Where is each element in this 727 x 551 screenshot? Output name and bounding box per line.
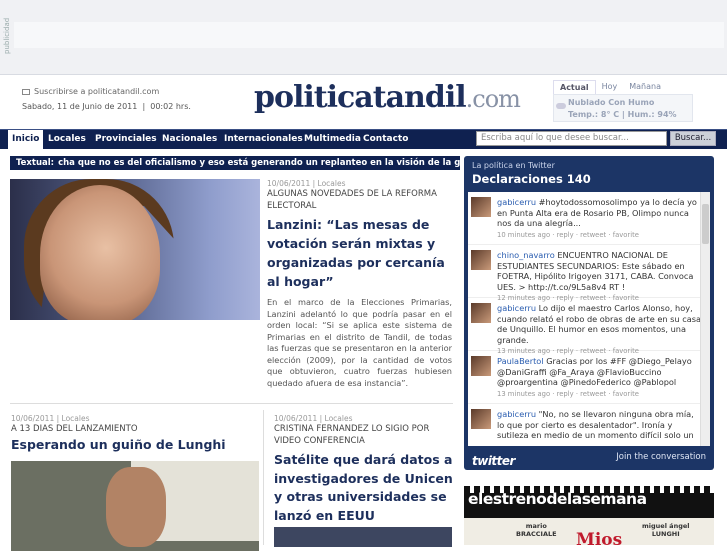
twitter-subtitle: La política en Twitter xyxy=(472,161,555,170)
weather-tab-hoy[interactable]: Hoy xyxy=(596,80,624,94)
tweet-scrollbar[interactable] xyxy=(700,192,710,446)
tweet-item: PaulaBertol Gracias por los #FF @Diego_P… xyxy=(468,351,710,404)
nav-contacto[interactable]: Contacto xyxy=(363,130,408,150)
story-headline[interactable]: Esperando un guiño de Lunghi xyxy=(11,437,259,453)
weather-tab-actual[interactable]: Actual xyxy=(553,80,596,94)
avatar[interactable] xyxy=(471,409,491,429)
tweet-user[interactable]: gabicerru xyxy=(497,197,536,207)
ad-slot[interactable] xyxy=(14,22,724,48)
movie-title: Mios xyxy=(576,530,623,545)
twitter-widget: La política en Twitter Declaraciones 140… xyxy=(464,156,714,470)
twitter-title: Declaraciones 140 xyxy=(472,172,591,186)
ticker-label: Textual: xyxy=(16,158,55,168)
ad-banner[interactable]: publicidad xyxy=(0,0,727,75)
estreno-banner[interactable]: elestrenodelasemana mario BRACCIALE migu… xyxy=(464,486,714,545)
nav-provinciales[interactable]: Provinciales xyxy=(95,130,157,150)
tweet-user[interactable]: PaulaBertol xyxy=(497,356,544,366)
nav-nacionales[interactable]: Nacionales xyxy=(162,130,217,150)
story-meta: 10/06/2011 | Locales xyxy=(274,414,353,423)
nav-multimedia[interactable]: Multimedia xyxy=(304,130,361,150)
lead-meta: 10/06/2011 | Locales xyxy=(267,179,346,188)
cloud-icon xyxy=(556,103,566,109)
twitter-logo-icon[interactable]: twitter xyxy=(472,454,515,468)
estreno-title: elestrenodelasemana xyxy=(468,490,647,508)
subscribe-label: Suscribirse a politicatandil.com xyxy=(34,87,160,96)
avatar[interactable] xyxy=(471,197,491,217)
avatar[interactable] xyxy=(471,250,491,270)
quote-ticker[interactable]: Textual: cha que no es del oficialismo y … xyxy=(10,156,460,170)
tweet-meta[interactable]: 13 minutes ago · reply · retweet · favor… xyxy=(497,389,703,400)
lead-headline[interactable]: Lanzini: “Las mesas de votación serán mi… xyxy=(267,215,452,291)
weather-widget: Actual Hoy Mañana Nublado Con Humo Temp.… xyxy=(553,80,693,124)
story-meta: 10/06/2011 | Locales xyxy=(11,414,90,423)
nav-inicio[interactable]: Inicio xyxy=(8,130,44,150)
site-logo[interactable]: politicatandil.com xyxy=(254,80,521,115)
avatar[interactable] xyxy=(471,303,491,323)
tweet-user[interactable]: gabicerru xyxy=(497,303,536,313)
lead-story: 10/06/2011 | Locales ALGUNAS NOVEDADES D… xyxy=(267,179,452,389)
tweet-list[interactable]: gabicerru #hoytodossomosolimpo ya lo dec… xyxy=(468,192,710,446)
nav-internacionales[interactable]: Internacionales xyxy=(224,130,303,150)
actor-name: mario BRACCIALE xyxy=(516,522,557,538)
join-conversation-link[interactable]: Join the conversation xyxy=(616,452,706,462)
ad-label: publicidad xyxy=(3,17,11,54)
ticker-text: cha que no es del oficialismo y eso está… xyxy=(58,158,460,168)
tweet-user[interactable]: chino_navarro xyxy=(497,250,555,260)
lead-kicker: ALGUNAS NOVEDADES DE LA REFORMA ELECTORA… xyxy=(267,189,437,211)
weather-condition: Nublado Con Humo xyxy=(568,98,655,107)
current-date: Sabado, 11 de Junio de 2011 | 00:02 hrs. xyxy=(22,102,191,111)
avatar[interactable] xyxy=(471,356,491,376)
weather-temp: Temp.: 8° C | Hum.: 94% xyxy=(568,110,677,119)
tweet-item: chino_navarro ENCUENTRO NACIONAL DE ESTU… xyxy=(468,245,710,302)
story-lunghi: 10/06/2011 | Locales A 13 DIAS DEL LANZA… xyxy=(11,414,259,453)
search-input[interactable]: Escriba aquí lo que desee buscar... xyxy=(476,131,667,146)
lead-body: En el marco de la Elecciones Primarias, … xyxy=(267,297,452,388)
search-button[interactable]: Buscar... xyxy=(670,131,716,146)
tweet-user[interactable]: gabicerru xyxy=(497,409,536,419)
tweet-item: gabicerru Lo dijo el maestro Carlos Alon… xyxy=(468,298,710,355)
mail-icon xyxy=(22,88,30,95)
lead-photo[interactable] xyxy=(10,179,260,320)
actor-name: miguel ángel LUNGHI xyxy=(642,522,690,538)
divider xyxy=(10,403,453,404)
story-kicker: A 13 DIAS DEL LANZAMIENTO xyxy=(11,424,138,434)
nav-locales[interactable]: Locales xyxy=(48,130,86,150)
tweet-item: gabicerru #hoytodossomosolimpo ya lo dec… xyxy=(468,192,710,245)
story-photo[interactable] xyxy=(11,461,259,551)
story-satelite: 10/06/2011 | Locales CRISTINA FERNANDEZ … xyxy=(274,414,456,525)
tweet-meta[interactable]: 12 minutes ago · reply · retweet · favor… xyxy=(497,293,703,304)
divider xyxy=(263,410,264,545)
story-headline[interactable]: Satélite que dará datos a investigadores… xyxy=(274,451,456,525)
subscribe-link[interactable]: Suscribirse a politicatandil.com xyxy=(22,87,159,96)
tweet-meta[interactable]: 10 minutes ago · reply · retweet · favor… xyxy=(497,230,703,241)
story-kicker: CRISTINA FERNANDEZ LO SIGIO POR VIDEO CO… xyxy=(274,424,430,446)
tweet-meta[interactable]: 13 minutes ago · reply · retweet · favor… xyxy=(497,346,703,357)
weather-tab-manana[interactable]: Mañana xyxy=(623,80,667,94)
tweet-item: gabicerru "No, no se llevaron ninguna ob… xyxy=(468,404,710,446)
story-photo[interactable] xyxy=(274,527,452,547)
